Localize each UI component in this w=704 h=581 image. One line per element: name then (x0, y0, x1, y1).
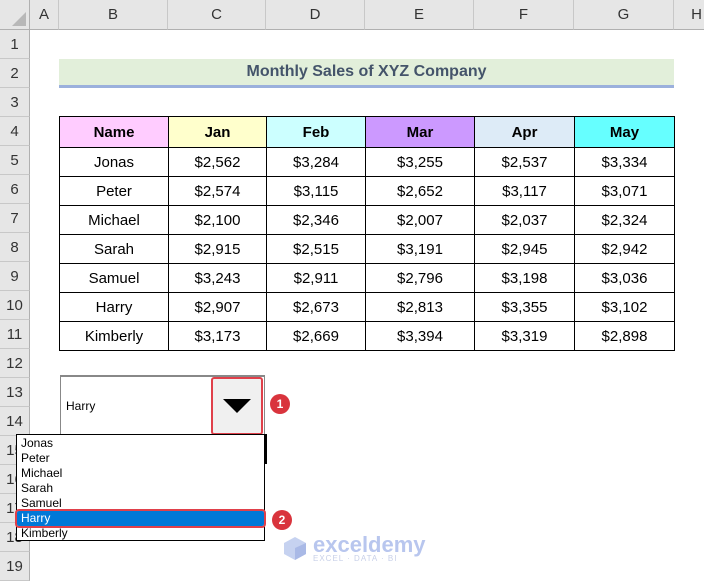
column-header-cell[interactable]: Name (59, 116, 169, 148)
table-row: Peter $2,574 $3,115 $2,652 $3,117 $3,071 (59, 176, 675, 206)
exceldemy-watermark: exceldemy EXCEL · DATA · BI (282, 532, 426, 563)
table-row: Harry $2,907 $2,673 $2,813 $3,355 $3,102 (59, 292, 675, 322)
sales-cell[interactable]: $2,346 (266, 205, 366, 235)
sales-cell[interactable]: $2,911 (266, 263, 366, 293)
sales-cell[interactable]: $2,898 (574, 321, 675, 351)
sales-cell[interactable]: $2,515 (266, 234, 366, 264)
dropdown-option[interactable]: Peter (17, 451, 264, 466)
sales-cell[interactable]: $2,652 (365, 176, 475, 206)
column-header-d[interactable]: D (266, 0, 365, 30)
sales-cell[interactable]: $2,915 (168, 234, 267, 264)
sales-cell[interactable]: $2,942 (574, 234, 675, 264)
table-row: Sarah $2,915 $2,515 $3,191 $2,945 $2,942 (59, 234, 675, 264)
column-header-cell[interactable]: Mar (365, 116, 475, 148)
sales-cell[interactable]: $2,907 (168, 292, 267, 322)
name-cell[interactable]: Samuel (59, 263, 169, 293)
sales-cell[interactable]: $3,036 (574, 263, 675, 293)
row-header-3[interactable]: 3 (0, 88, 30, 117)
table-row: Jonas $2,562 $3,284 $3,255 $2,537 $3,334 (59, 147, 675, 177)
sales-cell[interactable]: $2,037 (474, 205, 575, 235)
column-header-cell[interactable]: Apr (474, 116, 575, 148)
column-header-g[interactable]: G (574, 0, 674, 30)
sales-cell[interactable]: $2,324 (574, 205, 675, 235)
row-header-11[interactable]: 11 (0, 320, 30, 349)
dropdown-list[interactable]: Jonas Peter Michael Sarah Samuel Harry Kimberl… (15, 434, 266, 541)
sales-cell[interactable]: $3,071 (574, 176, 675, 206)
combo-value: Harry (66, 399, 96, 413)
dropdown-button[interactable] (211, 377, 263, 435)
sales-cell[interactable]: $3,284 (266, 147, 366, 177)
sales-cell[interactable]: $3,173 (168, 321, 267, 351)
sales-cell[interactable]: $3,115 (266, 176, 366, 206)
table-row: Kimberly $3,173 $2,669 $3,394 $3,319 $2,898 (59, 321, 675, 351)
name-cell[interactable]: Sarah (59, 234, 169, 264)
sales-cell[interactable]: $2,100 (168, 205, 267, 235)
column-header-cell[interactable]: May (574, 116, 675, 148)
sales-cell[interactable]: $2,673 (266, 292, 366, 322)
dropdown-option[interactable]: Samuel (17, 496, 264, 511)
column-header-h[interactable]: H (674, 0, 704, 30)
row-header-8[interactable]: 8 (0, 233, 30, 262)
sales-cell[interactable]: $3,394 (365, 321, 475, 351)
sales-cell[interactable]: $2,813 (365, 292, 475, 322)
column-header-c[interactable]: C (168, 0, 266, 30)
name-cell[interactable]: Harry (59, 292, 169, 322)
row-header-6[interactable]: 6 (0, 175, 30, 204)
step-badge-1: 1 (270, 394, 290, 414)
sales-cell[interactable]: $2,562 (168, 147, 267, 177)
sales-cell[interactable]: $2,574 (168, 176, 267, 206)
column-header-a[interactable]: A (30, 0, 59, 30)
sales-cell[interactable]: $3,243 (168, 263, 267, 293)
sales-cell[interactable]: $2,537 (474, 147, 575, 177)
table-row: Michael $2,100 $2,346 $2,007 $2,037 $2,324 (59, 205, 675, 235)
sales-table: Name Jan Feb Mar Apr May Jonas $2,562 $3,284 $3,… (59, 116, 675, 351)
name-cell[interactable]: Peter (59, 176, 169, 206)
dropdown-option[interactable]: Sarah (17, 481, 264, 496)
step-badge-2: 2 (272, 510, 292, 530)
sales-cell[interactable]: $2,669 (266, 321, 366, 351)
sales-cell[interactable]: $3,255 (365, 147, 475, 177)
sales-cell[interactable]: $3,117 (474, 176, 575, 206)
sales-cell[interactable]: $3,102 (574, 292, 675, 322)
dropdown-option[interactable]: Kimberly (17, 526, 264, 541)
column-header-e[interactable]: E (365, 0, 474, 30)
row-header-12[interactable]: 12 (0, 349, 30, 378)
name-cell[interactable]: Jonas (59, 147, 169, 177)
row-header-13[interactable]: 13 (0, 378, 30, 407)
row-header-1[interactable]: 1 (0, 30, 30, 59)
dropdown-option[interactable]: Harry (15, 509, 266, 528)
sheet-title: Monthly Sales of XYZ Company (59, 59, 674, 88)
name-cell[interactable]: Kimberly (59, 321, 169, 351)
column-header-cell[interactable]: Jan (168, 116, 267, 148)
column-header-cell[interactable]: Feb (266, 116, 366, 148)
dropdown-option[interactable]: Michael (17, 466, 264, 481)
sales-cell[interactable]: $3,334 (574, 147, 675, 177)
row-header-4[interactable]: 4 (0, 117, 30, 146)
row-header-2[interactable]: 2 (0, 59, 30, 88)
row-header-19[interactable]: 19 (0, 552, 30, 581)
exceldemy-logo-icon (284, 536, 306, 560)
triangle-down-icon (223, 399, 251, 413)
row-header-7[interactable]: 7 (0, 204, 30, 233)
name-cell[interactable]: Michael (59, 205, 169, 235)
row-header-10[interactable]: 10 (0, 291, 30, 320)
sales-cell[interactable]: $2,007 (365, 205, 475, 235)
dropdown-option[interactable]: Jonas (17, 436, 264, 451)
table-row: Samuel $3,243 $2,911 $2,796 $3,198 $3,036 (59, 263, 675, 293)
column-header-b[interactable]: B (59, 0, 168, 30)
sales-cell[interactable]: $3,198 (474, 263, 575, 293)
sales-cell[interactable]: $2,796 (365, 263, 475, 293)
sales-cell[interactable]: $3,319 (474, 321, 575, 351)
sales-cell[interactable]: $2,945 (474, 234, 575, 264)
row-header-5[interactable]: 5 (0, 146, 30, 175)
sales-cell[interactable]: $3,191 (365, 234, 475, 264)
select-all-corner[interactable] (0, 0, 30, 30)
row-header-9[interactable]: 9 (0, 262, 30, 291)
sales-cell[interactable]: $3,355 (474, 292, 575, 322)
column-header-f[interactable]: F (474, 0, 574, 30)
row-header-14[interactable]: 14 (0, 407, 30, 436)
